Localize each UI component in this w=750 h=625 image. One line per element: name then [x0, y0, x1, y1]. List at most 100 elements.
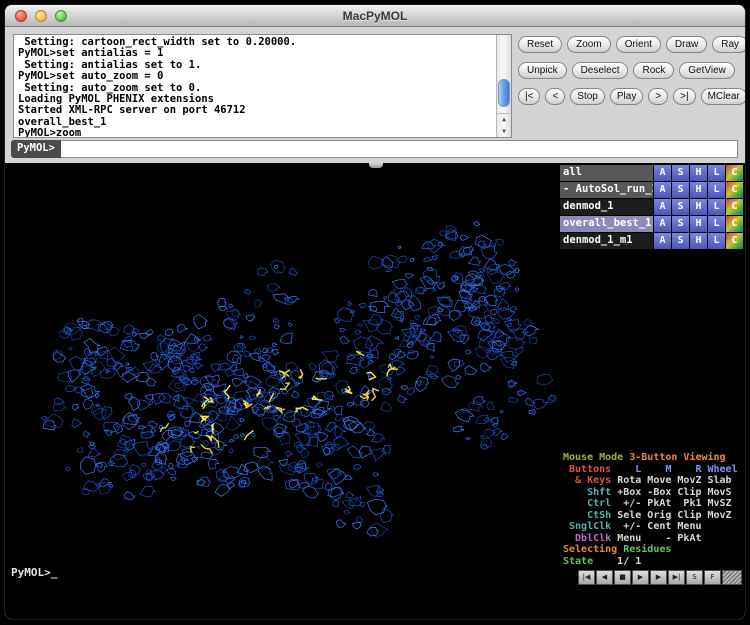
keys-label: & Keys — [563, 475, 611, 486]
hide-button[interactable]: H — [690, 216, 707, 232]
electron-density-mesh — [5, 163, 561, 620]
movie-rewind-button[interactable]: |< — [518, 88, 540, 105]
buttons-columns: L M R Wheel — [611, 464, 737, 475]
zoom-button[interactable]: Zoom — [567, 36, 611, 53]
vcr-f-button[interactable]: F — [704, 570, 721, 585]
command-input[interactable] — [61, 140, 738, 158]
object-row-all: all A S H L C — [560, 165, 743, 181]
hide-button[interactable]: H — [690, 233, 707, 249]
movie-end-button[interactable]: >| — [673, 88, 695, 105]
viewport-3d[interactable] — [5, 163, 559, 619]
show-button[interactable]: S — [672, 216, 689, 232]
action-button[interactable]: A — [654, 199, 671, 215]
ctrl-label: Ctrl — [563, 498, 611, 509]
gl-area: PyMOL>_ all A S H L C - AutoSol_run_1_ A… — [5, 163, 745, 619]
scrollbar-arrows[interactable]: ▲ ▼ — [497, 113, 511, 137]
vcr-back-button[interactable]: ◀ — [596, 570, 613, 585]
close-button[interactable] — [15, 10, 27, 22]
rock-button[interactable]: Rock — [633, 62, 674, 79]
reset-button[interactable]: Reset — [518, 36, 562, 53]
log-line: PyMOL>zoom — [18, 128, 493, 138]
movie-back-button[interactable]: < — [545, 88, 565, 105]
prompt-label: PyMOL> — [11, 140, 61, 158]
vcr-play-button[interactable]: ▶ — [632, 570, 649, 585]
object-name[interactable]: denmod_1_m1 — [560, 233, 653, 249]
dblclk-values: Menu - PkAt — [611, 533, 701, 544]
label-button[interactable]: L — [708, 233, 725, 249]
selecting-mode[interactable]: Residues — [623, 544, 671, 555]
object-name[interactable]: - AutoSol_run_1_ — [560, 182, 653, 198]
label-button[interactable]: L — [708, 216, 725, 232]
action-button[interactable]: A — [654, 165, 671, 181]
hide-button[interactable]: H — [690, 165, 707, 181]
state-label: State — [563, 556, 599, 567]
action-button[interactable]: A — [654, 233, 671, 249]
movie-forward-button[interactable]: > — [648, 88, 668, 105]
deselect-button[interactable]: Deselect — [572, 62, 629, 79]
vcr-end-button[interactable]: ▶| — [668, 570, 685, 585]
hide-button[interactable]: H — [690, 199, 707, 215]
color-button[interactable]: C — [726, 182, 743, 198]
ray-button[interactable]: Ray — [712, 36, 746, 53]
control-panel: Setting: cartoon_rect_width set to 0.200… — [5, 27, 745, 163]
state-value: 1/ 1 — [599, 556, 641, 567]
action-button[interactable]: A — [654, 182, 671, 198]
vcr-rewind-button[interactable]: |◀ — [578, 570, 595, 585]
ctrl-values: +/- PkAt Pk1 MvSZ — [611, 498, 731, 509]
mouse-mode-label: Mouse Mode — [563, 452, 629, 463]
minimize-button[interactable] — [35, 10, 47, 22]
orient-button[interactable]: Orient — [616, 36, 661, 53]
resize-grip[interactable] — [722, 570, 742, 585]
object-name[interactable]: denmod_1 — [560, 199, 653, 215]
object-row-autosol-group: - AutoSol_run_1_ A S H L C — [560, 182, 743, 198]
show-button[interactable]: S — [672, 233, 689, 249]
show-button[interactable]: S — [672, 165, 689, 181]
show-button[interactable]: S — [672, 182, 689, 198]
ctsh-values: Sele Orig Clip MovZ — [611, 510, 731, 521]
log-scrollbar[interactable]: ▲ ▼ — [496, 35, 511, 137]
titlebar[interactable]: MacPyMOL — [5, 5, 745, 27]
mclear-button[interactable]: MClear — [701, 88, 746, 105]
vcr-stop-button[interactable]: ■ — [614, 570, 631, 585]
movie-controls: |◀ ◀ ■ ▶ ▶ ▶| S F — [578, 570, 742, 585]
log-line: overall_best_1 — [18, 117, 493, 128]
scroll-down-icon[interactable]: ▼ — [497, 126, 511, 138]
label-button[interactable]: L — [708, 165, 725, 181]
shift-label: Shft — [563, 487, 611, 498]
ctsh-label: CtSh — [563, 510, 611, 521]
label-button[interactable]: L — [708, 199, 725, 215]
viewport-prompt[interactable]: PyMOL>_ — [11, 566, 57, 579]
label-button[interactable]: L — [708, 182, 725, 198]
log-output: Setting: cartoon_rect_width set to 0.200… — [13, 34, 512, 138]
unpick-button[interactable]: Unpick — [518, 62, 567, 79]
object-row-overall-best-1: overall_best_1 A S H L C — [560, 216, 743, 232]
color-button[interactable]: C — [726, 199, 743, 215]
maximize-button[interactable] — [55, 10, 67, 22]
shift-values: +Box -Box Clip MovS — [611, 487, 731, 498]
window-title: MacPyMOL — [343, 9, 408, 23]
show-button[interactable]: S — [672, 199, 689, 215]
object-name[interactable]: all — [560, 165, 653, 181]
mouse-mode-panel: Mouse Mode 3-Button Viewing Buttons L M … — [563, 452, 745, 567]
getview-button[interactable]: GetView — [679, 62, 735, 79]
snglclk-values: +/- Cent Menu — [611, 521, 701, 532]
color-button[interactable]: C — [726, 233, 743, 249]
movie-stop-button[interactable]: Stop — [570, 88, 605, 105]
selecting-label: Selecting — [563, 544, 623, 555]
vcr-forward-button[interactable]: ▶ — [650, 570, 667, 585]
macpymol-window: MacPyMOL Setting: cartoon_rect_width set… — [4, 4, 746, 620]
draw-button[interactable]: Draw — [666, 36, 707, 53]
vcr-s-button[interactable]: S — [686, 570, 703, 585]
mouse-mode-value[interactable]: 3-Button Viewing — [629, 452, 725, 463]
object-panel: all A S H L C - AutoSol_run_1_ A S H L C… — [559, 163, 745, 619]
scroll-up-icon[interactable]: ▲ — [497, 114, 511, 126]
color-button[interactable]: C — [726, 165, 743, 181]
toolbar: Reset Zoom Orient Draw Ray Unpick Desele… — [518, 36, 742, 114]
command-prompt-row: PyMOL> — [11, 140, 738, 158]
movie-play-button[interactable]: Play — [610, 88, 643, 105]
scrollbar-thumb[interactable] — [498, 79, 510, 107]
action-button[interactable]: A — [654, 216, 671, 232]
hide-button[interactable]: H — [690, 182, 707, 198]
object-name-selected[interactable]: overall_best_1 — [560, 216, 653, 232]
color-button[interactable]: C — [726, 216, 743, 232]
